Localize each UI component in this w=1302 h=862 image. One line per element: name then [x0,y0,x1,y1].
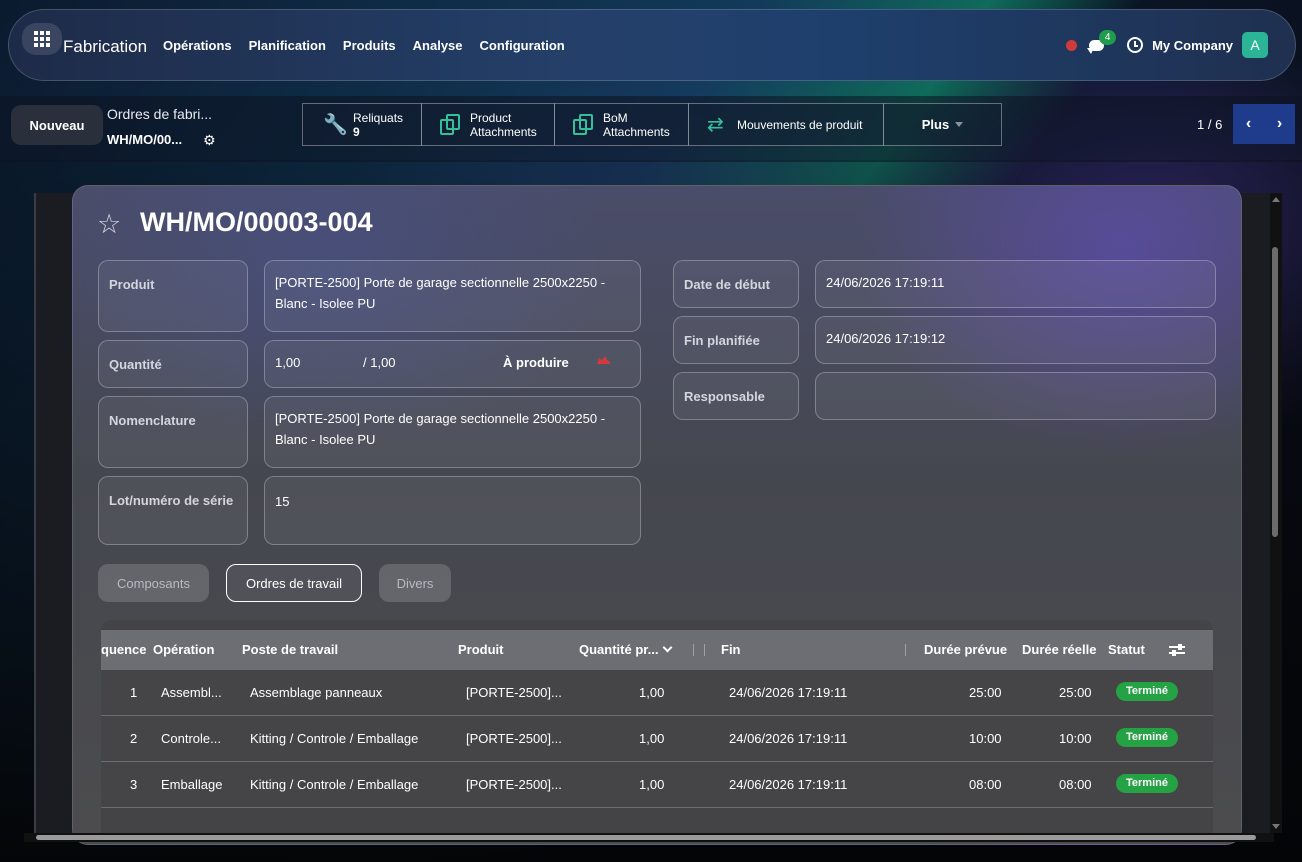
vertical-scrollbar[interactable] [1270,193,1282,833]
menu-item-analysis[interactable]: Analyse [413,38,463,53]
tab-misc[interactable]: Divers [379,564,451,602]
quantity-state: À produire [503,355,569,370]
col-real-duration[interactable]: Durée réelle [1022,642,1096,657]
scroll-thumb[interactable] [36,835,1256,840]
menu-item-configuration[interactable]: Configuration [480,38,565,53]
menu-item-operations[interactable]: Opérations [163,38,232,53]
start-date-label: Date de début [673,260,799,308]
company-switcher[interactable]: My Company [1152,38,1233,53]
start-date-field[interactable]: 24/06/2026 17:19:11 [815,260,1216,308]
status-badge: Terminé [1116,728,1178,747]
bom-attachments-button[interactable]: BoM Attachments [554,103,689,146]
product-moves-button[interactable]: ⇄ Mouvements de produit [688,103,884,146]
forecast-warning-icon[interactable] [596,355,611,365]
responsible-field[interactable] [815,372,1216,420]
scroll-up-icon[interactable] [1272,197,1280,202]
more-dropdown-button[interactable]: Plus [883,103,1002,146]
new-button[interactable]: Nouveau [11,105,103,145]
documents-icon [440,113,462,136]
caret-down-icon [955,122,964,127]
horizontal-scrollbar[interactable] [24,833,1274,842]
lot-label: Lot/numéro de série [98,476,248,545]
column-settings-icon[interactable] [1169,644,1185,656]
grid-icon [34,31,50,47]
pager-previous-button[interactable]: ‹ [1233,104,1264,144]
status-badge: Terminé [1116,774,1178,793]
lot-field[interactable]: 15 [264,476,641,545]
table-header: quence Opération Poste de travail Produi… [101,630,1213,670]
status-badge: Terminé [1116,682,1178,701]
star-icon[interactable]: ☆ [97,209,121,240]
product-label: Produit [98,260,248,332]
product-field[interactable]: [PORTE-2500] Porte de garage sectionnell… [264,260,641,332]
col-operation[interactable]: Opération [153,642,214,657]
table-row[interactable]: 3 Emballage Kitting / Controle / Emballa… [101,762,1213,808]
planned-end-field[interactable]: 24/06/2026 17:19:12 [815,316,1216,364]
main-menu: Opérations Planification Produits Analys… [163,38,565,53]
work-orders-table: quence Opération Poste de travail Produi… [101,620,1213,835]
responsible-label: Responsable [673,372,799,420]
reliquats-count: 9 [353,124,360,139]
pager-next-button[interactable]: › [1264,104,1295,144]
chat-count-badge: 4 [1099,30,1117,45]
clock-icon[interactable] [1127,37,1144,53]
gear-icon[interactable]: ⚙ [203,132,216,149]
tab-work-orders[interactable]: Ordres de travail [226,564,362,602]
top-navbar: Fabrication Opérations Planification Pro… [8,9,1296,81]
app-name[interactable]: Fabrication [63,37,147,57]
wrench-icon: 🔧 [323,113,348,136]
breadcrumb-parent[interactable]: Ordres de fabri... [107,106,212,122]
transfer-arrows-icon: ⇄ [707,113,724,136]
quantity-input[interactable]: 1,00 [275,352,300,373]
recording-dot-icon[interactable] [1066,39,1078,51]
quantity-total: / 1,00 [363,355,396,370]
tab-components[interactable]: Composants [98,564,209,602]
col-workcenter[interactable]: Poste de travail [242,642,338,657]
scroll-thumb[interactable] [1272,247,1278,537]
planned-end-label: Fin planifiée [673,316,799,364]
table-row[interactable]: 2 Controle... Kitting / Controle / Embal… [101,716,1213,762]
col-sequence[interactable]: quence [101,642,147,657]
reliquats-smart-button[interactable]: 🔧 Reliquats 9 [302,103,422,146]
chevron-left-icon: ‹ [1245,115,1252,132]
apps-menu-button[interactable] [22,23,62,55]
col-status[interactable]: Statut [1108,642,1145,657]
user-avatar[interactable]: A [1242,32,1268,58]
documents-icon [573,113,595,136]
col-quantity[interactable]: Quantité pr... [579,642,673,657]
menu-item-planning[interactable]: Planification [249,38,326,53]
pager-value[interactable]: 1 / 6 [1197,117,1222,132]
quantity-label: Quantité [98,340,248,388]
bom-label: Nomenclature [98,396,248,468]
col-expected-duration[interactable]: Durée prévue [924,642,1007,657]
breadcrumb-current: WH/MO/00... [107,132,183,147]
messages-button[interactable]: 4 [1087,30,1117,54]
bom-field[interactable]: [PORTE-2500] Porte de garage sectionnell… [264,396,641,468]
col-end[interactable]: Fin [721,642,741,657]
product-attachments-button[interactable]: Product Attachments [421,103,555,146]
reliquats-label: Reliquats [353,110,404,125]
record-title: WH/MO/00003-004 [140,207,373,237]
chevron-down-icon [663,642,673,653]
table-row[interactable]: 1 Assembl... Assemblage panneaux [PORTE-… [101,670,1213,716]
col-product[interactable]: Produit [458,642,504,657]
control-panel: Nouveau Ordres de fabri... WH/MO/00... ⚙… [0,96,1302,162]
product-moves-label: Mouvements de produit [737,117,863,132]
navbar-systray: 4 My Company A [1066,30,1268,58]
menu-item-products[interactable]: Produits [343,38,396,53]
chevron-right-icon: › [1276,115,1283,132]
scroll-down-icon[interactable] [1272,824,1280,829]
quantity-field: 1,00 / 1,00 À produire [264,340,641,388]
